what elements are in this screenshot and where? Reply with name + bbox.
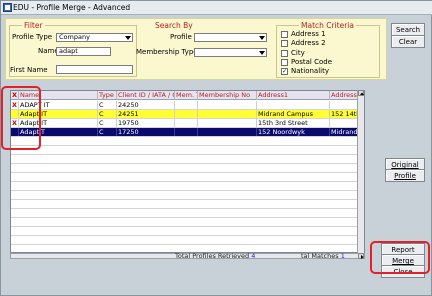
- first-name-input[interactable]: [56, 65, 133, 74]
- match-criteria-title: Match Criteria: [299, 21, 356, 30]
- empty-row: [11, 182, 364, 191]
- membership-no-cell: [198, 119, 257, 127]
- scroll-right-button[interactable]: [358, 253, 364, 259]
- empty-row: [11, 200, 364, 209]
- membership-no-cell: [198, 101, 257, 109]
- total-matches-value: 1: [340, 252, 345, 260]
- scroll-up-button[interactable]: [358, 90, 364, 96]
- title-bar: EDU - Profile Merge - Advanced: [1, 1, 432, 15]
- total-matches-label: tal Matches: [301, 252, 339, 260]
- membership-type-select[interactable]: [194, 48, 267, 57]
- mem-type-cell: [175, 101, 198, 109]
- header-type[interactable]: Type: [98, 91, 117, 100]
- postal-code-checkbox-label: Postal Code: [291, 58, 333, 66]
- merge-flag-highlight: [1, 86, 41, 150]
- city-checkbox-label: City: [291, 49, 305, 57]
- total-profiles-value: 4: [251, 252, 256, 260]
- empty-row: [11, 191, 364, 200]
- total-profiles-label: Total Profiles Retrieved: [175, 252, 250, 260]
- empty-row: [11, 137, 364, 146]
- total-matches-status: tal Matches 1: [301, 252, 345, 260]
- filter-group-title: Filter: [22, 21, 45, 30]
- vertical-scrollbar[interactable]: [357, 90, 364, 253]
- empty-row: [11, 146, 364, 155]
- empty-row: [11, 227, 364, 236]
- clear-button[interactable]: Clear: [391, 35, 425, 48]
- grid-header: X Name Type Client ID / IATA / Corp. Mem…: [11, 91, 364, 100]
- search-by-group-title: Search By: [153, 21, 195, 30]
- empty-row: [11, 173, 364, 182]
- empty-row: [11, 209, 364, 218]
- nationality-checkbox-label: Nationality: [291, 67, 330, 75]
- first-name-label: First Name: [10, 66, 48, 74]
- empty-row: [11, 236, 364, 245]
- membership-type-label: Membership Type: [136, 48, 198, 56]
- address1-checkbox-label: Address 1: [291, 30, 326, 38]
- profile-label: Profile: [170, 33, 192, 41]
- table-row[interactable]: Adapt IT C 24251 Midrand Campus 152 14th: [11, 110, 364, 119]
- profile-select[interactable]: [194, 33, 267, 42]
- search-criteria-panel: Filter Profile Type Company Name adapt F…: [5, 18, 387, 80]
- profile-button[interactable]: Profile: [385, 169, 425, 182]
- chevron-down-icon: [125, 36, 131, 40]
- chevron-down-icon: [259, 36, 265, 40]
- chevron-down-icon: [259, 51, 265, 55]
- address1-cell: 152 Noordwyk: [257, 128, 330, 136]
- type-cell: C: [98, 128, 117, 136]
- client-id-cell: 19750: [117, 119, 175, 127]
- mem-type-cell: [175, 128, 198, 136]
- address2-checkbox[interactable]: [281, 40, 288, 47]
- window-title: EDU - Profile Merge - Advanced: [13, 3, 131, 12]
- header-membership-no[interactable]: Membership No: [198, 91, 257, 100]
- membership-no-cell: [198, 128, 257, 136]
- city-checkbox[interactable]: [281, 50, 288, 57]
- client-id-cell: 24251: [117, 110, 175, 118]
- mem-type-cell: [175, 110, 198, 118]
- address1-cell: 15th 3rd Street: [257, 119, 330, 127]
- table-row[interactable]: X Adapt IT C 19750 15th 3rd Street: [11, 119, 364, 128]
- total-profiles-status: Total Profiles Retrieved 4: [175, 252, 255, 260]
- address1-cell: Midrand Campus: [257, 110, 330, 118]
- profile-type-select[interactable]: Company: [56, 33, 133, 42]
- membership-no-cell: [198, 110, 257, 118]
- type-cell: C: [98, 101, 117, 109]
- profile-merge-window: EDU - Profile Merge - Advanced Filter Pr…: [0, 0, 432, 296]
- header-client-id[interactable]: Client ID / IATA / Corp.: [117, 91, 175, 100]
- type-cell: C: [98, 110, 117, 118]
- chevron-right-icon: [361, 255, 364, 259]
- postal-code-checkbox[interactable]: [281, 59, 288, 66]
- nationality-checkbox[interactable]: ✓: [281, 68, 288, 75]
- profile-type-label: Profile Type: [12, 33, 53, 41]
- client-id-cell: 17250: [117, 128, 175, 136]
- address2-checkbox-label: Address 2: [291, 39, 326, 47]
- address1-checkbox[interactable]: [281, 31, 288, 38]
- merge-buttons-highlight: [370, 241, 430, 274]
- profile-type-value: Company: [59, 33, 90, 41]
- app-icon: [3, 3, 12, 12]
- mem-type-cell: [175, 119, 198, 127]
- address1-cell: [257, 101, 330, 109]
- header-mem-type[interactable]: Mem. Typ: [175, 91, 198, 100]
- profile-button-label: Profile: [394, 172, 416, 180]
- empty-row: [11, 155, 364, 164]
- table-row[interactable]: X ADAPT IT C 24250: [11, 101, 364, 110]
- empty-row: [11, 218, 364, 227]
- profile-results-grid: X Name Type Client ID / IATA / Corp. Mem…: [10, 90, 365, 253]
- header-address1[interactable]: Address1: [257, 91, 330, 100]
- chevron-up-icon: [360, 92, 364, 95]
- empty-row: [11, 164, 364, 173]
- type-cell: C: [98, 119, 117, 127]
- name-input[interactable]: adapt: [56, 47, 111, 56]
- table-row[interactable]: AdaptIT C 17250 152 Noordwyk Midrand: [11, 128, 364, 137]
- original-button-label: Original: [391, 161, 419, 169]
- client-id-cell: 24250: [117, 101, 175, 109]
